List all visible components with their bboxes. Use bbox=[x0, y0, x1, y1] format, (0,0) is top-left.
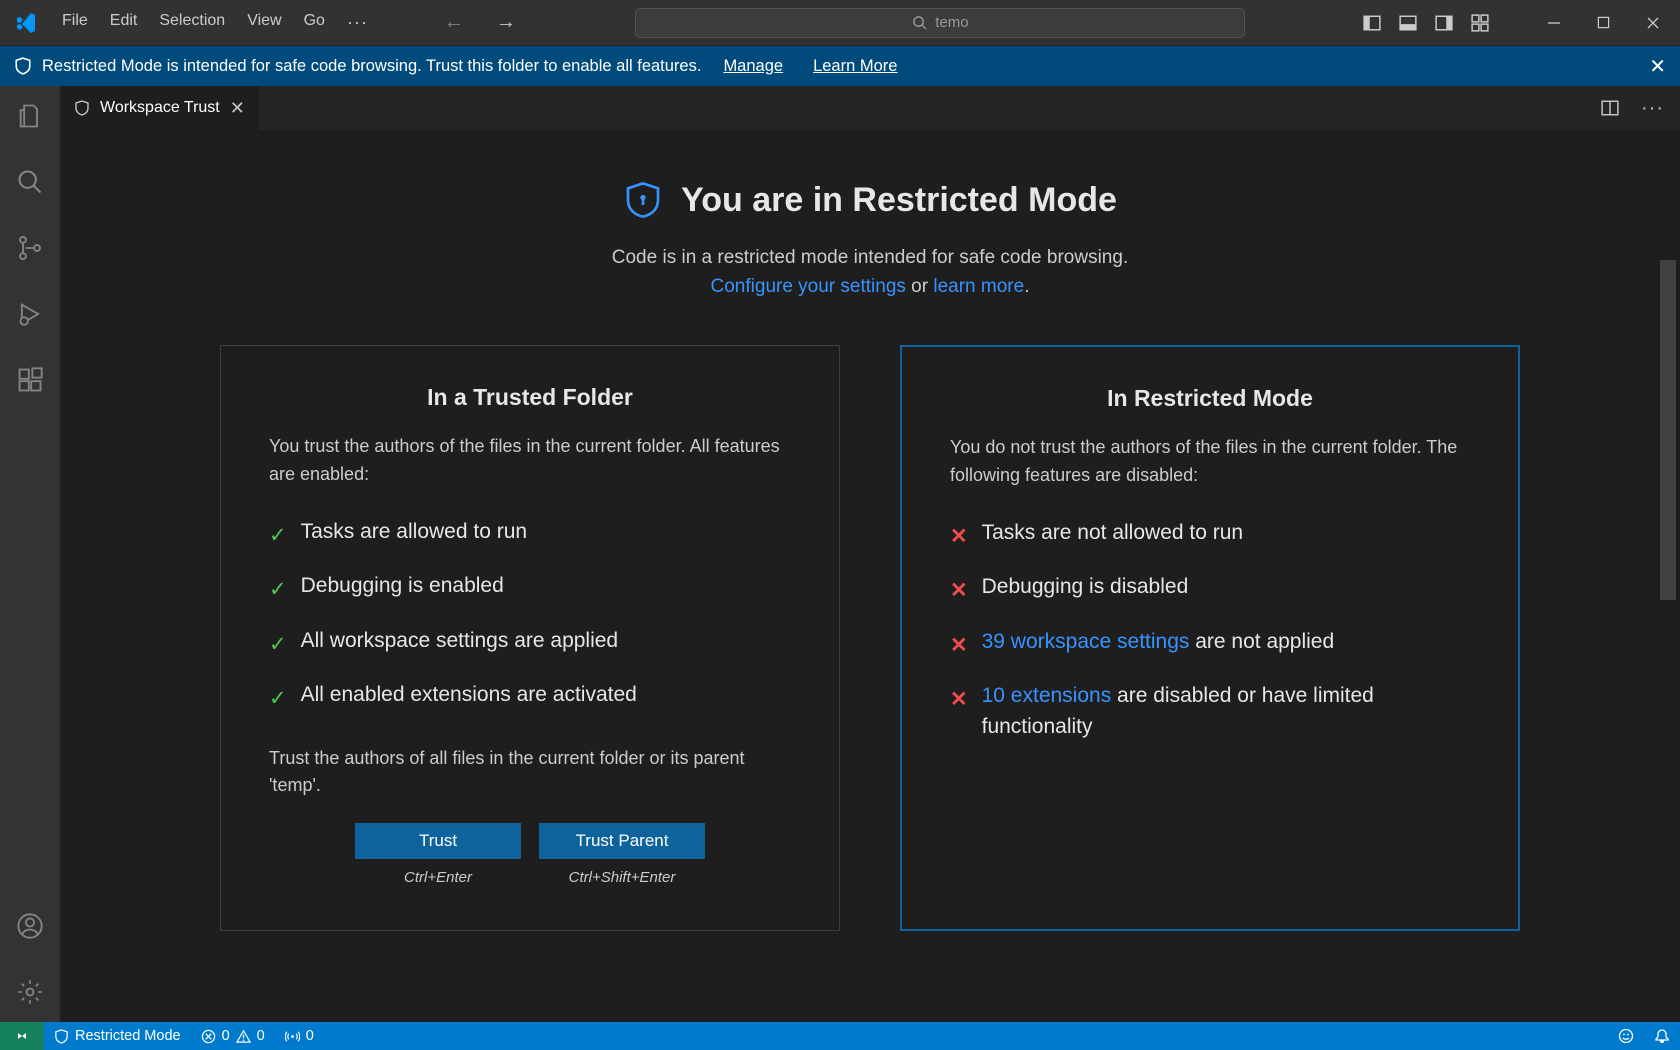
trusted-feature: ✓Debugging is enabled bbox=[269, 571, 791, 605]
tab-close-icon[interactable]: ✕ bbox=[230, 98, 245, 119]
extensions-icon[interactable] bbox=[14, 364, 46, 396]
trust-button[interactable]: Trust bbox=[355, 823, 521, 859]
status-restricted-mode[interactable]: Restricted Mode bbox=[44, 1022, 191, 1050]
extensions-link[interactable]: 10 extensions bbox=[982, 684, 1112, 707]
toggle-secondary-sidebar-icon[interactable] bbox=[1435, 14, 1453, 32]
cross-icon: ✕ bbox=[950, 522, 968, 552]
scrollbar[interactable] bbox=[1660, 260, 1676, 600]
trusted-feature: ✓All enabled extensions are activated bbox=[269, 680, 791, 714]
page-subtitle: Code is in a restricted mode intended fo… bbox=[100, 244, 1640, 301]
tab-title: Workspace Trust bbox=[100, 99, 220, 117]
vscode-logo-icon bbox=[12, 9, 40, 37]
page-title: You are in Restricted Mode bbox=[623, 180, 1117, 220]
restricted-title: In Restricted Mode bbox=[950, 385, 1470, 412]
cross-icon: ✕ bbox=[950, 631, 968, 661]
check-icon: ✓ bbox=[269, 575, 287, 605]
menu-view[interactable]: View bbox=[237, 6, 291, 39]
split-editor-icon[interactable] bbox=[1601, 99, 1619, 117]
toggle-panel-icon[interactable] bbox=[1399, 14, 1417, 32]
settings-gear-icon[interactable] bbox=[14, 976, 46, 1008]
status-feedback-icon[interactable] bbox=[1608, 1022, 1644, 1050]
remote-indicator[interactable] bbox=[0, 1022, 44, 1050]
toggle-primary-sidebar-icon[interactable] bbox=[1363, 14, 1381, 32]
status-notifications-icon[interactable] bbox=[1644, 1022, 1680, 1050]
search-icon bbox=[912, 15, 927, 30]
restricted-feature: ✕Tasks are not allowed to run bbox=[950, 518, 1470, 552]
check-icon: ✓ bbox=[269, 521, 287, 551]
nav-forward-icon[interactable]: → bbox=[494, 9, 518, 36]
trusted-footer-text: Trust the authors of all files in the cu… bbox=[269, 745, 791, 799]
banner-learn-more-link[interactable]: Learn More bbox=[813, 57, 897, 76]
status-problems[interactable]: 0 0 bbox=[191, 1022, 275, 1050]
nav-arrows: ← → bbox=[442, 9, 518, 36]
restricted-mode-banner: Restricted Mode is intended for safe cod… bbox=[0, 46, 1680, 86]
banner-close-icon[interactable]: ✕ bbox=[1649, 54, 1666, 79]
command-center-search[interactable]: temo bbox=[635, 8, 1245, 38]
trusted-desc: You trust the authors of the files in th… bbox=[269, 433, 791, 489]
cross-icon: ✕ bbox=[950, 685, 968, 715]
title-bar: File Edit Selection View Go ··· ← → temo bbox=[0, 0, 1680, 46]
trusted-feature: ✓Tasks are allowed to run bbox=[269, 517, 791, 551]
trusted-title: In a Trusted Folder bbox=[269, 384, 791, 411]
menu-selection[interactable]: Selection bbox=[149, 6, 235, 39]
workspace-trust-editor: You are in Restricted Mode Code is in a … bbox=[60, 130, 1680, 1022]
trusted-feature: ✓All workspace settings are applied bbox=[269, 626, 791, 660]
customize-layout-icon[interactable] bbox=[1471, 14, 1489, 32]
banner-manage-link[interactable]: Manage bbox=[723, 57, 783, 76]
minimize-icon[interactable] bbox=[1543, 14, 1565, 32]
restricted-feature: ✕10 extensions are disabled or have limi… bbox=[950, 681, 1470, 742]
restricted-feature: ✕39 workspace settings are not applied bbox=[950, 627, 1470, 661]
menu-file[interactable]: File bbox=[52, 6, 98, 39]
menu-edit[interactable]: Edit bbox=[100, 6, 148, 39]
banner-message: Restricted Mode is intended for safe cod… bbox=[42, 57, 701, 76]
search-panel-icon[interactable] bbox=[14, 166, 46, 198]
trust-parent-shortcut: Ctrl+Shift+Enter bbox=[569, 869, 676, 886]
accounts-icon[interactable] bbox=[14, 910, 46, 942]
menu-more-icon[interactable]: ··· bbox=[337, 6, 378, 39]
nav-back-icon[interactable]: ← bbox=[442, 9, 466, 36]
learn-more-link[interactable]: learn more bbox=[933, 276, 1024, 297]
tab-workspace-trust[interactable]: Workspace Trust ✕ bbox=[60, 86, 260, 130]
restricted-feature: ✕Debugging is disabled bbox=[950, 572, 1470, 606]
tab-bar: Workspace Trust ✕ ··· bbox=[60, 86, 1680, 130]
search-text: temo bbox=[935, 14, 968, 31]
shield-icon bbox=[14, 57, 32, 75]
menu-bar: File Edit Selection View Go ··· bbox=[52, 6, 378, 39]
run-debug-icon[interactable] bbox=[14, 298, 46, 330]
window-controls bbox=[1543, 14, 1664, 32]
trusted-folder-card: In a Trusted Folder You trust the author… bbox=[220, 345, 840, 931]
cross-icon: ✕ bbox=[950, 576, 968, 606]
close-icon[interactable] bbox=[1642, 14, 1664, 32]
editor-area: Workspace Trust ✕ ··· You are in Restric… bbox=[60, 86, 1680, 1022]
maximize-icon[interactable] bbox=[1593, 14, 1614, 32]
restricted-mode-card: In Restricted Mode You do not trust the … bbox=[900, 345, 1520, 931]
status-ports[interactable]: 0 bbox=[275, 1022, 324, 1050]
check-icon: ✓ bbox=[269, 684, 287, 714]
restricted-desc: You do not trust the authors of the file… bbox=[950, 434, 1470, 490]
explorer-icon[interactable] bbox=[14, 100, 46, 132]
more-actions-icon[interactable]: ··· bbox=[1641, 97, 1664, 120]
activity-bar bbox=[0, 86, 60, 1022]
trust-parent-button[interactable]: Trust Parent bbox=[539, 823, 705, 859]
editor-actions: ··· bbox=[1601, 86, 1680, 130]
status-bar: Restricted Mode 0 0 0 bbox=[0, 1022, 1680, 1050]
check-icon: ✓ bbox=[269, 630, 287, 660]
workspace-settings-link[interactable]: 39 workspace settings bbox=[982, 630, 1190, 653]
trust-shortcut: Ctrl+Enter bbox=[404, 869, 472, 886]
shield-lock-icon bbox=[623, 180, 663, 220]
source-control-icon[interactable] bbox=[14, 232, 46, 264]
menu-go[interactable]: Go bbox=[294, 6, 335, 39]
configure-settings-link[interactable]: Configure your settings bbox=[711, 276, 906, 297]
layout-controls bbox=[1363, 14, 1489, 32]
shield-icon bbox=[74, 100, 90, 116]
